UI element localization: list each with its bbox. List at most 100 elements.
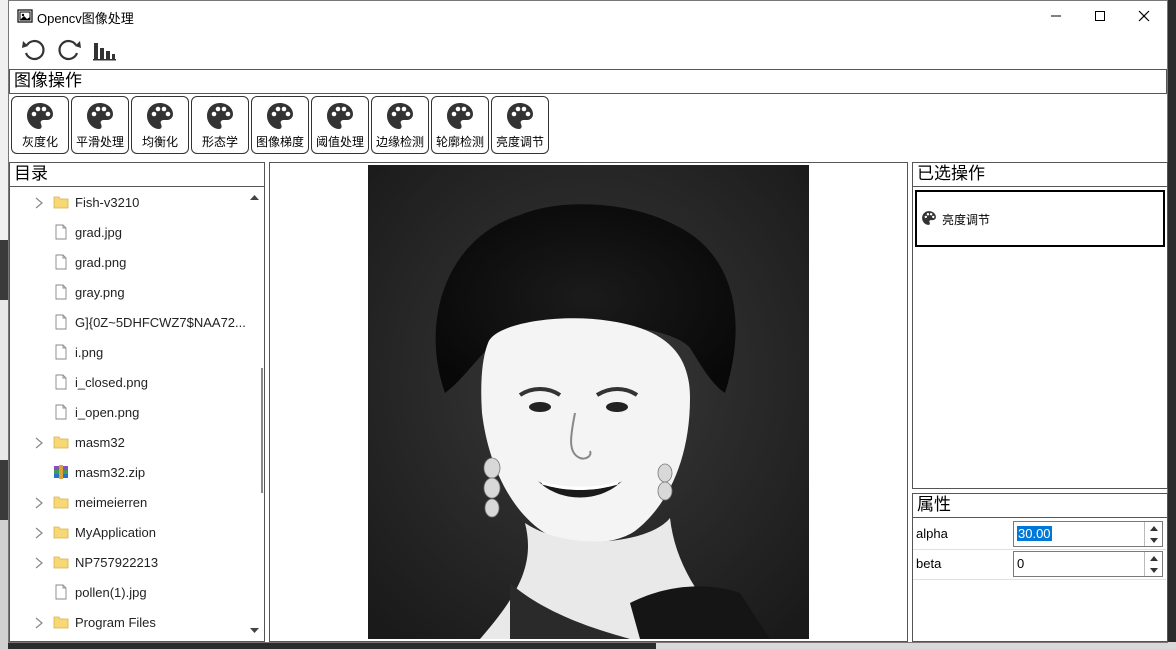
directory-title: 目录 (10, 163, 264, 187)
op-label: 形态学 (201, 135, 238, 149)
spin-buttons[interactable] (1144, 522, 1162, 546)
op-gradient-button[interactable]: 图像梯度 (251, 96, 309, 154)
palette-icon (922, 211, 936, 225)
beta-spinbox[interactable]: 0 (1013, 551, 1163, 577)
tree-item-label: G]{0Z~5DHFCWZ7$NAA72... (75, 315, 246, 330)
op-label: 灰度化 (21, 135, 58, 149)
folder-icon (53, 496, 69, 509)
tree-item-file[interactable]: i.png (10, 338, 250, 368)
palette-icon (87, 103, 113, 129)
op-smooth-button[interactable]: 平滑处理 (71, 96, 129, 154)
tree-item-label: i.png (75, 345, 104, 360)
folder-icon (53, 616, 69, 629)
tree-item-label: grad.jpg (75, 225, 122, 240)
tree-item-label: Program Files (75, 615, 156, 630)
property-value: 30.00 (1017, 526, 1052, 541)
op-grayscale-button[interactable]: 灰度化 (11, 96, 69, 154)
properties-panel: 属性 alpha 30.00 beta 0 (912, 493, 1168, 642)
tree-item-label: masm32.zip (75, 465, 146, 480)
property-name: alpha (916, 526, 948, 541)
file-icon (55, 314, 67, 330)
op-equalize-button[interactable]: 均衡化 (131, 96, 189, 154)
selected-ops-panel: 已选操作 亮度调节 (912, 162, 1168, 489)
maximize-button[interactable] (1077, 1, 1123, 31)
undo-button[interactable] (19, 35, 49, 65)
chevron-right-icon (35, 497, 43, 509)
tree-item-label: i_open.png (75, 405, 140, 420)
tree-item-folder[interactable]: meimeierren (10, 488, 250, 518)
op-label: 边缘检测 (375, 135, 424, 149)
close-button[interactable] (1121, 1, 1167, 31)
spin-buttons[interactable] (1144, 552, 1162, 576)
file-icon (55, 254, 67, 270)
chevron-right-icon (35, 557, 43, 569)
tree-item-label: NP757922213 (75, 555, 159, 570)
op-edge-button[interactable]: 边缘检测 (371, 96, 429, 154)
file-icon (55, 584, 67, 600)
op-morphology-button[interactable]: 形态学 (191, 96, 249, 154)
tree-item-zip[interactable]: masm32.zip (10, 458, 250, 488)
palette-icon (207, 103, 233, 129)
tree-item-label: MyApplication (75, 525, 156, 540)
tree-item-file[interactable]: G]{0Z~5DHFCWZ7$NAA72... (10, 308, 250, 338)
op-threshold-button[interactable]: 阈值处理 (311, 96, 369, 154)
chevron-right-icon (35, 197, 43, 209)
property-row-alpha: alpha 30.00 (913, 519, 1166, 550)
palette-icon (447, 103, 473, 129)
tree-item-folder[interactable]: NP757922213 (10, 548, 250, 578)
op-brightness-button[interactable]: 亮度调节 (491, 96, 549, 154)
scroll-down-icon (250, 628, 259, 633)
file-icon (55, 374, 67, 390)
background-desktop-strip-bottom (656, 642, 1176, 649)
property-name: beta (916, 556, 942, 571)
file-icon (55, 284, 67, 300)
selected-op-label: 亮度调节 (942, 213, 991, 227)
redo-button[interactable] (54, 35, 84, 65)
maximize-icon (1095, 11, 1105, 21)
chevron-right-icon (35, 527, 43, 539)
file-icon (55, 344, 67, 360)
tree-item-file[interactable]: gray.png (10, 278, 250, 308)
scroll-up-icon (250, 195, 259, 200)
tree-item-file[interactable]: i_open.png (10, 398, 250, 428)
tree-item-label: i_closed.png (75, 375, 148, 390)
tree-item-folder[interactable]: masm32 (10, 428, 250, 458)
image-preview-panel (269, 162, 908, 642)
palette-icon (507, 103, 533, 129)
tree-item-folder[interactable]: MyApplication (10, 518, 250, 548)
preview-image (368, 165, 809, 639)
tree-item-label: Fish-v3210 (75, 195, 140, 210)
op-label: 轮廓检测 (435, 135, 484, 149)
directory-scrollbar[interactable] (246, 188, 263, 640)
app-window: Opencv图像处理 图像操作 灰度化 平滑处理 均衡化 形态学 图像梯度 阈值… (8, 0, 1168, 643)
tree-item-folder[interactable]: Program Files (10, 608, 250, 638)
selected-ops-title: 已选操作 (913, 163, 1167, 187)
toolbar (9, 33, 1167, 67)
spin-down-icon[interactable] (1145, 564, 1162, 576)
spin-up-icon[interactable] (1145, 552, 1162, 564)
op-contour-button[interactable]: 轮廓检测 (431, 96, 489, 154)
operations-toolbar: 灰度化 平滑处理 均衡化 形态学 图像梯度 阈值处理 边缘检测 轮廓检测 亮度调… (9, 95, 1167, 155)
property-row-beta: beta 0 (913, 549, 1166, 580)
file-icon (55, 224, 67, 240)
spin-up-icon[interactable] (1145, 522, 1162, 534)
op-label: 平滑处理 (75, 135, 124, 149)
spin-down-icon[interactable] (1145, 534, 1162, 546)
tree-item-file[interactable]: pollen(1).jpg (10, 578, 250, 608)
close-icon (1138, 10, 1150, 22)
minimize-button[interactable] (1033, 1, 1079, 31)
alpha-spinbox[interactable]: 30.00 (1013, 521, 1163, 547)
file-icon (55, 404, 67, 420)
folder-icon (53, 556, 69, 569)
tree-item-file[interactable]: grad.png (10, 248, 250, 278)
scrollbar-graphic (250, 195, 263, 633)
tree-item-file[interactable]: i_closed.png (10, 368, 250, 398)
selected-op-item[interactable]: 亮度调节 (915, 190, 1165, 247)
tree-item-file[interactable]: grad.jpg (10, 218, 250, 248)
app-icon (17, 9, 33, 23)
histogram-button[interactable] (89, 35, 119, 65)
palette-icon (27, 103, 53, 129)
tree-item-label: pollen(1).jpg (75, 585, 147, 600)
tree-item-folder[interactable]: Fish-v3210 (10, 188, 250, 218)
palette-icon (147, 103, 173, 129)
